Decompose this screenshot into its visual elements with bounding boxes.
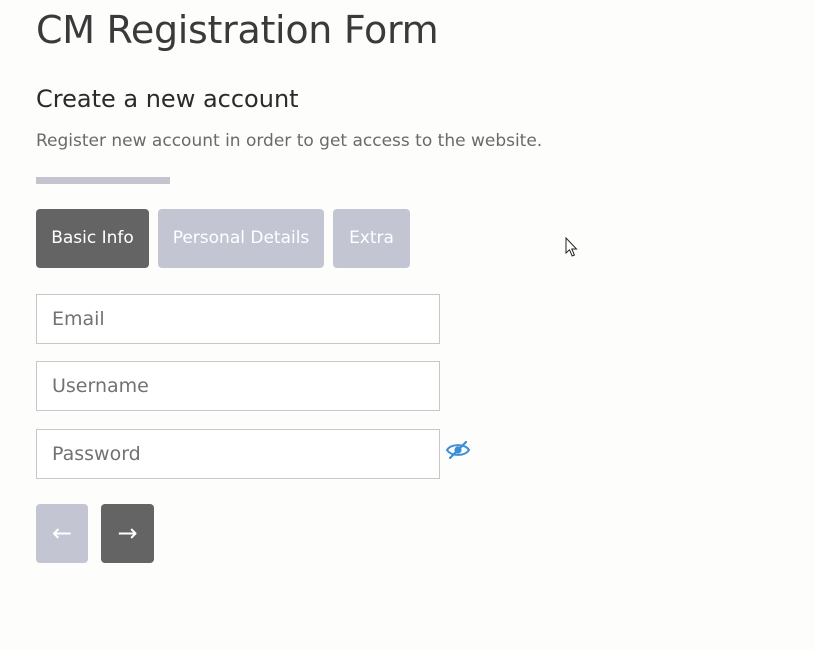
- form-heading: Create a new account: [36, 85, 299, 113]
- previous-step-button[interactable]: ←: [36, 504, 88, 563]
- page-title: CM Registration Form: [36, 8, 439, 52]
- eye-slash-icon[interactable]: [445, 439, 471, 461]
- password-field[interactable]: [36, 429, 440, 479]
- step-progress-bar: [36, 177, 170, 184]
- username-field[interactable]: [36, 361, 440, 411]
- email-field[interactable]: [36, 294, 440, 344]
- mouse-pointer-icon: [565, 236, 579, 259]
- form-description: Register new account in order to get acc…: [36, 131, 543, 151]
- tab-personal-details[interactable]: Personal Details: [158, 209, 324, 268]
- next-step-button[interactable]: →: [101, 504, 154, 563]
- tab-basic-info[interactable]: Basic Info: [36, 209, 149, 268]
- tab-extra[interactable]: Extra: [333, 209, 410, 268]
